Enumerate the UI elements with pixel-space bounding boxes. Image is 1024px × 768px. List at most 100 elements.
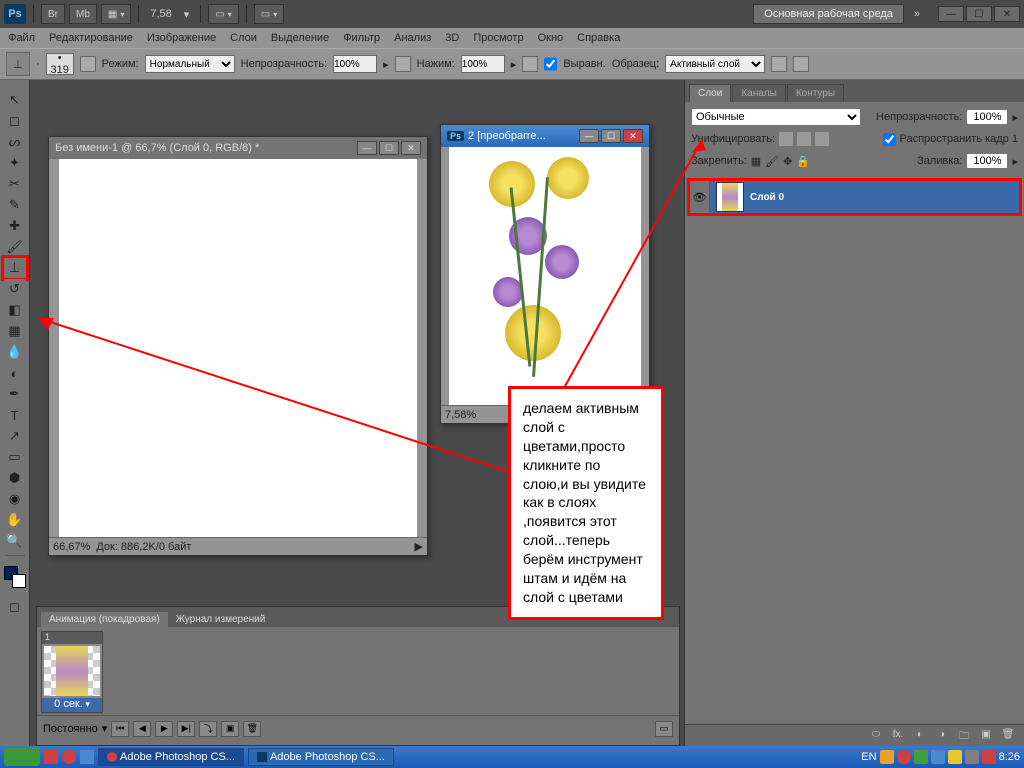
language-indicator[interactable]: EN xyxy=(861,751,876,763)
workspace-selector[interactable]: Основная рабочая среда xyxy=(753,4,904,24)
doc1-close[interactable]: ✕ xyxy=(401,141,421,155)
menu-layers[interactable]: Слои xyxy=(230,32,257,44)
dodge-tool[interactable]: ◐ xyxy=(4,363,26,383)
lock-pixels-icon[interactable]: 🖌 xyxy=(765,155,779,168)
layer-item-0[interactable]: 👁 Слой 0 xyxy=(687,178,1022,216)
prev-frame-button[interactable]: ◀ xyxy=(133,721,151,737)
minimize-button[interactable]: — xyxy=(938,6,964,22)
menu-analysis[interactable]: Анализ xyxy=(394,32,431,44)
opacity-input[interactable] xyxy=(333,55,377,73)
next-frame-button[interactable]: ▶| xyxy=(177,721,195,737)
menu-3d[interactable]: 3D xyxy=(445,32,459,44)
zoom-dropdown-icon[interactable]: ▾ xyxy=(180,8,194,21)
doc1-zoom[interactable]: 66,67% xyxy=(53,541,90,553)
taskbar-item-2[interactable]: Adobe Photoshop CS... xyxy=(248,748,394,766)
loop-dropdown-icon[interactable]: ▾ xyxy=(102,722,108,735)
brush-preset-picker[interactable]: •319 xyxy=(46,53,74,75)
type-tool[interactable]: T xyxy=(4,405,26,425)
tray-icon-2[interactable] xyxy=(897,750,911,764)
duplicate-frame-button[interactable]: ▣ xyxy=(221,721,239,737)
quicklaunch-icon-1[interactable] xyxy=(44,750,58,764)
expand-icon[interactable]: » xyxy=(914,8,920,20)
3d-tool[interactable]: ⬢ xyxy=(4,468,26,488)
tab-layers[interactable]: Слои xyxy=(689,84,731,102)
doc1-maximize[interactable]: ☐ xyxy=(379,141,399,155)
first-frame-button[interactable]: ⏮ xyxy=(111,721,129,737)
unify-position-icon[interactable] xyxy=(779,132,793,146)
move-tool[interactable]: ↖ xyxy=(4,90,26,110)
doc1-status-arrow-icon[interactable]: ▶ xyxy=(415,540,423,553)
gradient-tool[interactable]: ▦ xyxy=(4,321,26,341)
layer-mask-icon[interactable]: ◐ xyxy=(912,729,928,743)
bridge-button[interactable]: Br xyxy=(41,4,65,24)
opacity-dropdown-icon[interactable]: ▸ xyxy=(383,58,389,71)
eraser-tool[interactable]: ◧ xyxy=(4,300,26,320)
menu-select[interactable]: Выделение xyxy=(271,32,329,44)
loop-select[interactable]: Постоянно xyxy=(43,723,98,735)
frame-delay[interactable]: 0 сек. ▾ xyxy=(42,698,102,712)
timeline-mode-button[interactable]: ▭ xyxy=(655,721,673,737)
unify-style-icon[interactable] xyxy=(815,132,829,146)
tab-paths[interactable]: Контуры xyxy=(787,84,844,102)
play-button[interactable]: ▶ xyxy=(155,721,173,737)
quickmask-tool[interactable]: ◻ xyxy=(4,597,26,617)
tray-icon-4[interactable] xyxy=(931,750,945,764)
lasso-tool[interactable]: ᔕ xyxy=(4,132,26,152)
color-swatches[interactable] xyxy=(4,566,26,588)
link-layers-icon[interactable]: ⬭ xyxy=(868,729,884,743)
tab-channels[interactable]: Каналы xyxy=(732,84,786,102)
animation-frame-1[interactable]: 1 0 сек. ▾ xyxy=(41,631,103,713)
menu-help[interactable]: Справка xyxy=(577,32,620,44)
menu-image[interactable]: Изображение xyxy=(147,32,216,44)
menu-window[interactable]: Окно xyxy=(538,32,564,44)
unify-visibility-icon[interactable] xyxy=(797,132,811,146)
flow-dropdown-icon[interactable]: ▸ xyxy=(511,58,517,71)
blend-mode-select[interactable]: Нормальный xyxy=(145,55,235,73)
3d-camera-tool[interactable]: ◉ xyxy=(4,489,26,509)
taskbar-item-1[interactable]: Adobe Photoshop CS... xyxy=(98,748,244,766)
adjustment-layer-icon[interactable]: ◑ xyxy=(934,729,950,743)
fill-input[interactable] xyxy=(966,153,1008,169)
propagate-checkbox[interactable] xyxy=(883,133,896,146)
crop-tool[interactable]: ✂ xyxy=(4,174,26,194)
quicklaunch-opera-icon[interactable] xyxy=(62,750,76,764)
lock-all-icon[interactable]: 🔒 xyxy=(796,155,810,168)
aligned-checkbox[interactable] xyxy=(544,55,557,73)
current-tool-stamp-icon[interactable]: ⊥ xyxy=(6,52,30,76)
sample-select[interactable]: Активный слой xyxy=(665,55,765,73)
new-layer-icon[interactable]: ▣ xyxy=(978,729,994,743)
menu-filter[interactable]: Фильтр xyxy=(343,32,380,44)
layer-thumbnail[interactable] xyxy=(716,182,744,212)
layer-opacity-input[interactable] xyxy=(966,109,1008,125)
zoom-tool[interactable]: 🔍 xyxy=(4,531,26,551)
delete-frame-button[interactable]: 🗑 xyxy=(243,721,261,737)
quicklaunch-icon-3[interactable] xyxy=(80,750,94,764)
delete-layer-icon[interactable]: 🗑 xyxy=(1000,729,1016,743)
menu-file[interactable]: Файл xyxy=(8,32,35,44)
tray-avira-icon[interactable] xyxy=(982,750,996,764)
pen-tool[interactable]: ✒ xyxy=(4,384,26,404)
eyedropper-tool[interactable]: ✎ xyxy=(4,195,26,215)
arrange-dropdown[interactable]: ▭ xyxy=(208,4,238,24)
layer-blend-select[interactable]: Обычные xyxy=(691,108,861,126)
minibridge-button[interactable]: Mb xyxy=(69,4,97,24)
brush-tool[interactable]: 🖌 xyxy=(4,237,26,257)
layer-fx-icon[interactable]: fx. xyxy=(890,729,906,743)
extras-dropdown[interactable]: ▭ xyxy=(254,4,284,24)
tab-animation[interactable]: Анимация (покадровая) xyxy=(41,612,168,627)
maximize-button[interactable]: ☐ xyxy=(966,6,992,22)
layer-name[interactable]: Слой 0 xyxy=(750,192,784,203)
history-brush-tool[interactable]: ↺ xyxy=(4,279,26,299)
brush-panel-icon[interactable] xyxy=(80,56,96,72)
ignore-adj-icon[interactable] xyxy=(771,56,787,72)
pressure-size-icon[interactable] xyxy=(793,56,809,72)
blur-tool[interactable]: 💧 xyxy=(4,342,26,362)
lock-position-icon[interactable]: ✥ xyxy=(783,155,792,168)
menu-view[interactable]: Просмотр xyxy=(473,32,523,44)
start-button[interactable] xyxy=(4,748,40,766)
doc1-doc-info[interactable]: Док: 886,2K/0 байт xyxy=(96,541,191,553)
hand-tool[interactable]: ✋ xyxy=(4,510,26,530)
doc1-minimize[interactable]: — xyxy=(357,141,377,155)
doc1-titlebar[interactable]: Без имени-1 @ 66,7% (Слой 0, RGB/8) * — … xyxy=(49,137,427,159)
path-tool[interactable]: ↗ xyxy=(4,426,26,446)
